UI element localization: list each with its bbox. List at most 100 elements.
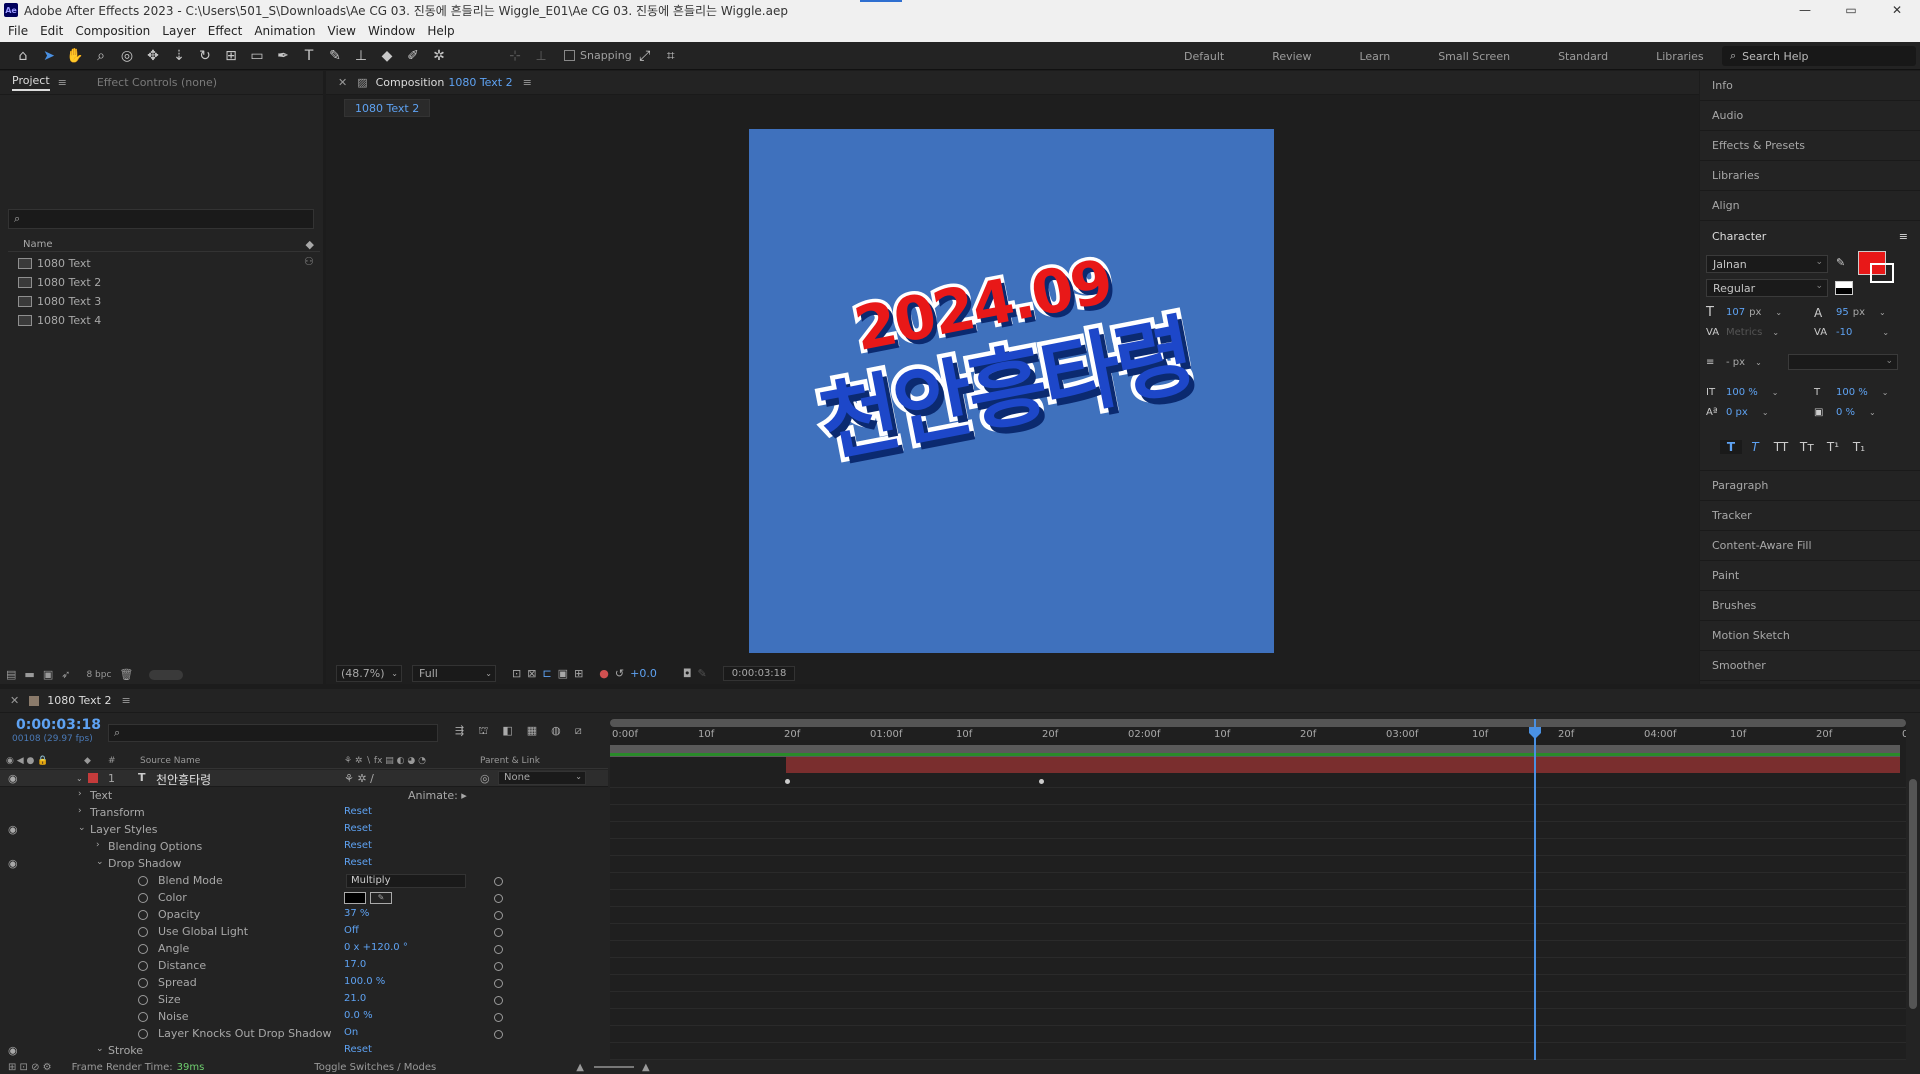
zoom-in-icon[interactable]: ▲ <box>642 1062 650 1073</box>
property-value[interactable]: Reset <box>344 823 372 834</box>
trash-icon[interactable]: 🗑 <box>119 668 133 681</box>
superscript-button[interactable]: T¹ <box>1820 440 1846 454</box>
all-caps-button[interactable]: TT <box>1768 440 1794 454</box>
stopwatch-icon[interactable] <box>138 876 148 886</box>
menu-help[interactable]: Help <box>427 24 454 38</box>
search-help-field[interactable]: ⌕ Search Help <box>1722 46 1916 66</box>
shadow-color-swatch[interactable] <box>344 892 366 904</box>
layer-bar[interactable] <box>786 757 1900 773</box>
twirl-icon[interactable]: ⌄ <box>96 857 104 867</box>
show-snapshot-icon[interactable]: ✎ <box>698 667 707 680</box>
menu-file[interactable]: File <box>8 24 28 38</box>
black-white-swatch[interactable] <box>1835 281 1853 295</box>
stopwatch-icon[interactable] <box>138 910 148 920</box>
workspace-review[interactable]: Review <box>1248 50 1335 63</box>
workspace-small-screen[interactable]: Small Screen <box>1414 50 1534 63</box>
footer-icons[interactable]: ⊞ ⊡ ⊘ ⚙ <box>8 1062 52 1073</box>
timeline-zoom-slider[interactable] <box>593 1066 634 1068</box>
twirl-icon[interactable]: › <box>78 789 82 799</box>
rectangle-tool-icon[interactable]: ▭ <box>244 45 270 67</box>
menu-view[interactable]: View <box>328 24 356 38</box>
tsume-value[interactable]: 0 % <box>1836 407 1855 418</box>
composition-canvas[interactable]: 2024.09 천안흥타령 <box>749 129 1274 653</box>
interpret-footage-icon[interactable]: ▤ <box>6 668 16 681</box>
color-channels-icon[interactable]: ● <box>599 667 609 680</box>
menu-effect[interactable]: Effect <box>208 24 243 38</box>
keyframe[interactable] <box>1039 779 1044 784</box>
stroke-color-swatch[interactable] <box>1870 263 1894 283</box>
expression-pick-whip-icon[interactable] <box>494 894 503 903</box>
property-row[interactable]: Blend Mode Multiply <box>0 873 608 890</box>
toggle-switches-modes[interactable]: Toggle Switches / Modes <box>314 1062 436 1073</box>
property-row[interactable]: Size 21.0 <box>0 992 608 1009</box>
workspace-standard[interactable]: Standard <box>1534 50 1632 63</box>
eye-icon[interactable]: ◉ <box>8 772 18 785</box>
pick-whip-icon[interactable]: ◎ <box>480 772 490 785</box>
property-row[interactable]: Use Global Light Off <box>0 924 608 941</box>
draft-3d-icon[interactable]: ⛫ <box>478 724 488 739</box>
project-thumbnail-slider[interactable] <box>149 669 184 680</box>
faux-bold-button[interactable]: T <box>1720 439 1742 454</box>
rotate-tool-icon[interactable]: ↻ <box>192 45 218 67</box>
expression-pick-whip-icon[interactable] <box>494 911 503 920</box>
workspace-learn[interactable]: Learn <box>1335 50 1414 63</box>
eyedropper-icon[interactable]: ✎ <box>1836 256 1845 269</box>
property-row[interactable]: Color ✎ <box>0 890 608 907</box>
snap-grid-icon[interactable]: ⌗ <box>658 45 684 67</box>
composition-breadcrumb[interactable]: 1080 Text 2 <box>344 99 431 117</box>
stroke-width-value[interactable]: - px <box>1726 357 1745 368</box>
resolution-select[interactable]: Full ⌄ <box>412 664 496 682</box>
fast-preview-icon[interactable]: ⊡ <box>512 667 521 680</box>
property-row[interactable]: ◉ ⌄ Drop Shadow Reset <box>0 856 608 873</box>
property-row[interactable]: › Transform Reset <box>0 805 608 822</box>
brush-tool-icon[interactable]: ✎ <box>322 45 348 67</box>
stopwatch-icon[interactable] <box>138 893 148 903</box>
flowchart-icon[interactable]: ⚇ <box>304 255 314 268</box>
tab-composition-prefix[interactable]: Composition <box>376 76 445 89</box>
project-menu-icon[interactable]: ≡ <box>58 76 67 89</box>
close-button[interactable]: ✕ <box>1874 0 1920 20</box>
reset-exposure-icon[interactable]: ↺ <box>615 667 624 680</box>
zoom-select[interactable]: (48.7%) ⌄ <box>336 664 402 682</box>
hand-tool-icon[interactable]: ✋ <box>62 45 88 67</box>
minimize-button[interactable]: — <box>1782 0 1828 20</box>
time-ruler[interactable]: 0:00f 10f 20f 01:00f 10f 20f 02:00f 10f 20f 03:00… <box>610 727 1920 743</box>
menu-layer[interactable]: Layer <box>162 24 195 38</box>
motion-blur-icon[interactable]: ◍ <box>551 724 561 739</box>
tracking-value[interactable]: -10 <box>1836 327 1852 338</box>
expression-pick-whip-icon[interactable] <box>494 979 503 988</box>
twirl-icon[interactable]: ⌄ <box>78 823 86 833</box>
stopwatch-icon[interactable] <box>138 927 148 937</box>
pan-camera-icon[interactable]: ✥ <box>140 45 166 67</box>
property-value[interactable]: Reset <box>344 857 372 868</box>
composition-mini-flowchart-icon[interactable]: ⇶ <box>455 724 464 739</box>
timeline-search-input[interactable]: ⌕ <box>108 724 438 742</box>
panel-tracker[interactable]: Tracker <box>1700 501 1920 531</box>
menu-composition[interactable]: Composition <box>75 24 150 38</box>
new-composition-icon[interactable]: ▣ <box>43 668 53 681</box>
stopwatch-icon[interactable] <box>138 1012 148 1022</box>
snapping-checkbox[interactable] <box>564 50 575 61</box>
property-value[interactable]: 17.0 <box>344 959 366 970</box>
region-of-interest-icon[interactable]: ▣ <box>558 667 568 680</box>
roto-brush-icon[interactable]: ✐ <box>400 45 426 67</box>
panel-menu-icon[interactable]: ≡ <box>121 694 130 707</box>
leading-value[interactable]: 95 <box>1836 307 1849 318</box>
menu-animation[interactable]: Animation <box>254 24 315 38</box>
property-row[interactable]: Spread 100.0 % <box>0 975 608 992</box>
layer-switches-icons[interactable]: ⚘ ✲ ∕ <box>344 772 374 785</box>
lock-icon[interactable]: ▨ <box>357 76 367 89</box>
dolly-camera-icon[interactable]: ⇣ <box>166 45 192 67</box>
property-value[interactable]: 0.0 % <box>344 1010 373 1021</box>
panel-brushes[interactable]: Brushes <box>1700 591 1920 621</box>
stopwatch-icon[interactable] <box>138 1029 148 1039</box>
font-family-select[interactable]: Jalnan ⌄ <box>1706 255 1828 273</box>
expression-pick-whip-icon[interactable] <box>494 996 503 1005</box>
subscript-button[interactable]: T₁ <box>1846 440 1872 454</box>
property-value[interactable]: 37 % <box>344 908 369 919</box>
current-time-display[interactable]: 0:00:03:18 <box>16 717 101 733</box>
frame-blending-icon[interactable]: ▦ <box>527 724 537 739</box>
property-row[interactable]: › Blending Options Reset <box>0 839 608 856</box>
column-name[interactable]: Name <box>23 239 53 250</box>
expression-pick-whip-icon[interactable] <box>494 1030 503 1039</box>
